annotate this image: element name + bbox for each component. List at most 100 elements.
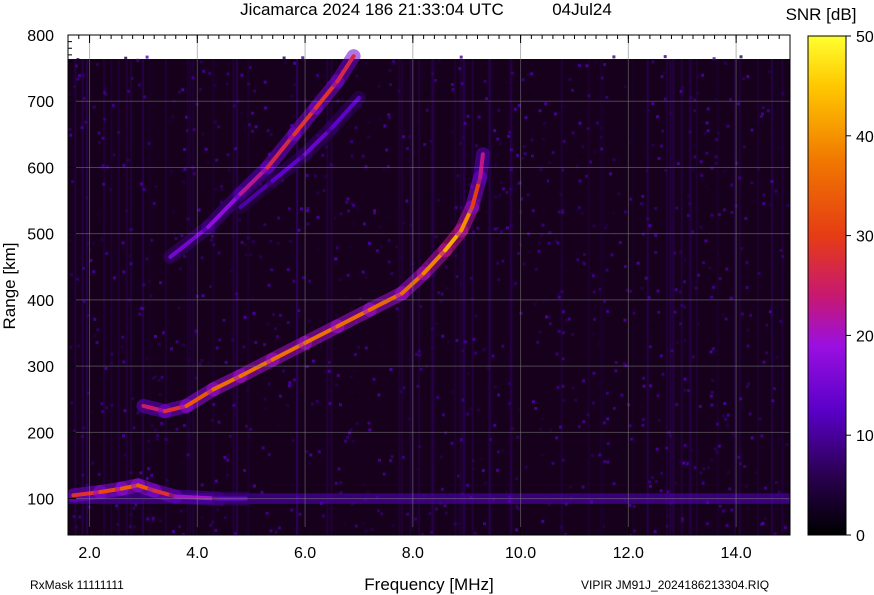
noise-pixel — [94, 469, 98, 473]
noise-pixel — [207, 531, 211, 535]
noise-pixel — [565, 318, 568, 322]
noise-pixel — [354, 394, 358, 397]
noise-pixel — [269, 239, 273, 243]
noise-pixel — [168, 120, 172, 124]
noise-pixel — [252, 240, 256, 244]
noise-pixel — [436, 198, 440, 202]
noise-pixel — [338, 355, 342, 359]
noise-pixel — [310, 402, 314, 406]
noise-pixel — [138, 312, 142, 316]
noise-pixel — [521, 156, 525, 160]
noise-pixel — [298, 512, 302, 516]
noise-pixel — [217, 251, 221, 255]
noise-pixel — [217, 125, 221, 129]
noise-pixel — [576, 258, 580, 262]
noise-pixel — [662, 456, 666, 459]
noise-pixel — [710, 184, 714, 188]
noise-pixel — [711, 379, 715, 382]
noise-pixel — [69, 345, 73, 349]
noise-pixel — [484, 210, 488, 214]
noise-pixel — [482, 348, 486, 352]
noise-pixel — [514, 282, 518, 286]
noise-pixel — [493, 129, 497, 133]
noise-pixel — [317, 450, 321, 454]
noise-pixel — [250, 111, 254, 115]
noise-pixel — [286, 321, 290, 325]
noise-pixel — [217, 228, 220, 232]
noise-pixel — [705, 151, 709, 155]
interference-stripe — [212, 59, 215, 535]
noise-pixel — [763, 517, 767, 520]
noise-pixel — [207, 361, 211, 365]
noise-pixel — [100, 402, 104, 406]
noise-pixel — [582, 261, 585, 265]
interference-stripe — [189, 59, 191, 535]
noise-pixel — [582, 379, 586, 383]
noise-pixel — [501, 449, 505, 453]
noise-pixel — [354, 335, 358, 339]
noise-pixel — [292, 378, 296, 382]
noise-pixel — [675, 206, 679, 210]
noise-pixel — [467, 372, 470, 376]
noise-pixel — [606, 460, 610, 464]
noise-pixel — [649, 384, 653, 388]
noise-pixel — [376, 249, 379, 253]
noise-pixel — [556, 292, 560, 296]
noise-pixel — [350, 154, 354, 158]
noise-pixel — [371, 518, 375, 522]
noise-pixel — [760, 434, 764, 438]
noise-pixel — [515, 505, 519, 509]
noise-pixel — [536, 340, 540, 344]
interference-stripe — [454, 59, 457, 535]
noise-pixel — [701, 73, 705, 77]
noise-pixel — [483, 80, 487, 83]
noise-pixel — [316, 191, 320, 195]
noise-pixel — [259, 255, 263, 259]
noise-pixel — [145, 476, 149, 480]
noise-pixel — [145, 55, 149, 59]
y-tick-label: 800 — [27, 28, 54, 45]
noise-pixel — [763, 307, 767, 311]
noise-pixel — [478, 245, 482, 249]
noise-pixel — [299, 395, 303, 399]
noise-pixel — [450, 167, 454, 171]
noise-pixel — [474, 351, 478, 355]
noise-pixel — [200, 483, 204, 487]
noise-pixel — [316, 247, 320, 251]
noise-pixel — [683, 280, 686, 284]
noise-pixel — [122, 360, 126, 364]
noise-pixel — [482, 466, 486, 470]
colorbar-label: SNR [dB] — [786, 5, 857, 24]
noise-pixel — [623, 84, 627, 88]
noise-pixel — [181, 88, 185, 92]
noise-pixel — [389, 459, 393, 463]
noise-pixel — [724, 317, 728, 321]
noise-pixel — [132, 506, 136, 510]
noise-pixel — [323, 174, 327, 178]
noise-pixel — [200, 516, 204, 520]
noise-pixel — [710, 458, 713, 462]
noise-pixel — [139, 471, 143, 475]
noise-pixel — [591, 274, 595, 278]
noise-pixel — [289, 239, 292, 243]
noise-pixel — [355, 422, 359, 426]
noise-pixel — [441, 334, 445, 338]
noise-pixel — [476, 216, 479, 220]
noise-pixel — [208, 84, 212, 88]
noise-pixel — [315, 399, 319, 403]
noise-pixel — [215, 346, 219, 350]
noise-pixel — [659, 354, 663, 358]
noise-pixel — [537, 241, 541, 244]
noise-pixel — [451, 88, 455, 92]
noise-pixel — [390, 455, 394, 459]
noise-pixel — [703, 131, 707, 135]
noise-pixel — [276, 241, 280, 245]
noise-pixel — [544, 179, 548, 183]
noise-pixel — [278, 526, 282, 530]
interference-stripe — [690, 59, 693, 535]
noise-pixel — [154, 335, 157, 338]
noise-pixel — [675, 341, 679, 344]
colorbar-tick-label: 50 — [856, 29, 874, 46]
noise-pixel — [657, 156, 661, 160]
noise-pixel — [197, 208, 201, 212]
